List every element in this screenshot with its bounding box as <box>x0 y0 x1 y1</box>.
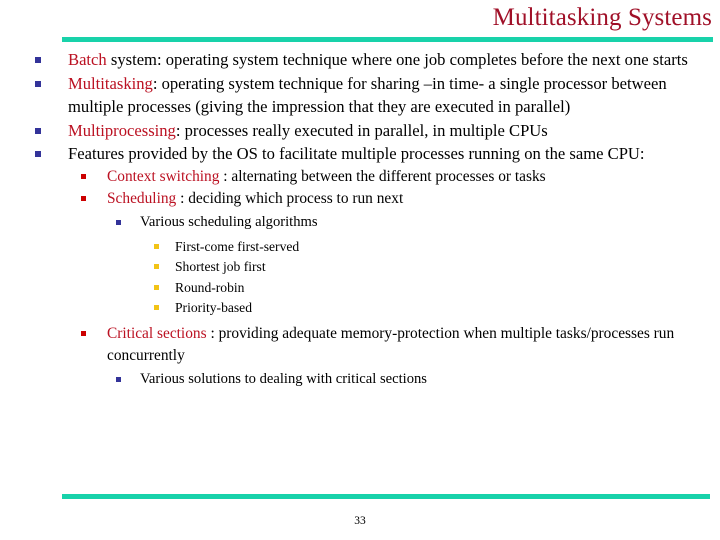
list-item-text: Round-robin <box>175 279 245 295</box>
highlight-term: Critical sections <box>107 324 207 342</box>
highlight-term: Scheduling <box>107 189 177 207</box>
list-item: Round-robin <box>0 278 720 299</box>
highlight-term: Multiprocessing <box>68 120 176 140</box>
bullet-square-icon <box>81 166 107 179</box>
list-item-text: Multiprocessing: processes really execut… <box>68 119 697 143</box>
list-item: Features provided by the OS to facilitat… <box>0 142 720 166</box>
list-item: Various scheduling algorithms <box>0 212 720 233</box>
list-item-text: Scheduling : deciding which process to r… <box>107 188 703 210</box>
list-item: Shortest job first <box>0 257 720 278</box>
bullet-square-icon <box>154 237 175 249</box>
list-item-text: Various scheduling algorithms <box>140 213 318 230</box>
bullet-square-icon <box>116 369 140 382</box>
list-item-text: Critical sections : providing adequate m… <box>107 323 703 367</box>
list-item: Multitasking: operating system technique… <box>0 72 720 119</box>
list-item-text: Features provided by the OS to facilitat… <box>68 142 697 166</box>
bullet-square-icon <box>81 323 107 336</box>
list-item-body: : deciding which process to run next <box>176 189 404 207</box>
highlight-term: Multitasking <box>68 73 153 93</box>
footer-divider-bottom <box>62 494 710 499</box>
list-item: First-come first-served <box>0 237 720 258</box>
list-item: Context switching : alternating between … <box>0 166 720 188</box>
list-item: Scheduling : deciding which process to r… <box>0 188 720 210</box>
page-number: 33 <box>354 515 366 527</box>
slide-title: Multitasking Systems <box>0 2 712 36</box>
bullet-square-icon <box>81 188 107 201</box>
list-item: Multiprocessing: processes really execut… <box>0 119 720 143</box>
page-title: Multitasking Systems <box>492 4 712 31</box>
list-item-text: Various solutions to dealing with critic… <box>140 370 427 387</box>
title-divider-top <box>62 37 713 42</box>
bullet-square-icon <box>154 257 175 269</box>
list-item: Priority-based <box>0 298 720 319</box>
list-item-body: : operating system technique for sharing… <box>68 73 667 117</box>
list-item-text: Priority-based <box>175 300 253 315</box>
bullet-square-icon <box>35 48 68 63</box>
list-item-text: Shortest job first <box>175 259 266 274</box>
bullet-square-icon <box>35 142 68 157</box>
bullet-square-icon <box>35 72 68 87</box>
list-item: Batch system: operating system technique… <box>0 48 720 72</box>
list-item-body: system: operating system technique where… <box>106 50 688 69</box>
list-item-body: Features provided by the OS to facilitat… <box>68 144 645 163</box>
list-item-text: Batch system: operating system technique… <box>68 48 697 72</box>
bullet-square-icon <box>154 278 175 290</box>
bullet-square-icon <box>154 298 175 310</box>
bullet-square-icon <box>116 212 140 225</box>
list-item-text: Multitasking: operating system technique… <box>68 72 697 119</box>
list-item-body: : alternating between the different proc… <box>219 167 546 185</box>
slide-body: Batch system: operating system technique… <box>0 48 720 390</box>
slide: Multitasking Systems Batch system: opera… <box>0 0 720 540</box>
list-item-text: First-come first-served <box>175 238 300 254</box>
list-item: Various solutions to dealing with critic… <box>0 369 720 390</box>
list-item-body: : processes really executed in parallel,… <box>175 120 548 140</box>
highlight-term: Context switching <box>107 167 220 185</box>
bullet-square-icon <box>35 119 68 134</box>
list-item-text: Context switching : alternating between … <box>107 166 703 188</box>
list-item: Critical sections : providing adequate m… <box>0 323 720 367</box>
highlight-term: Batch <box>68 50 107 69</box>
